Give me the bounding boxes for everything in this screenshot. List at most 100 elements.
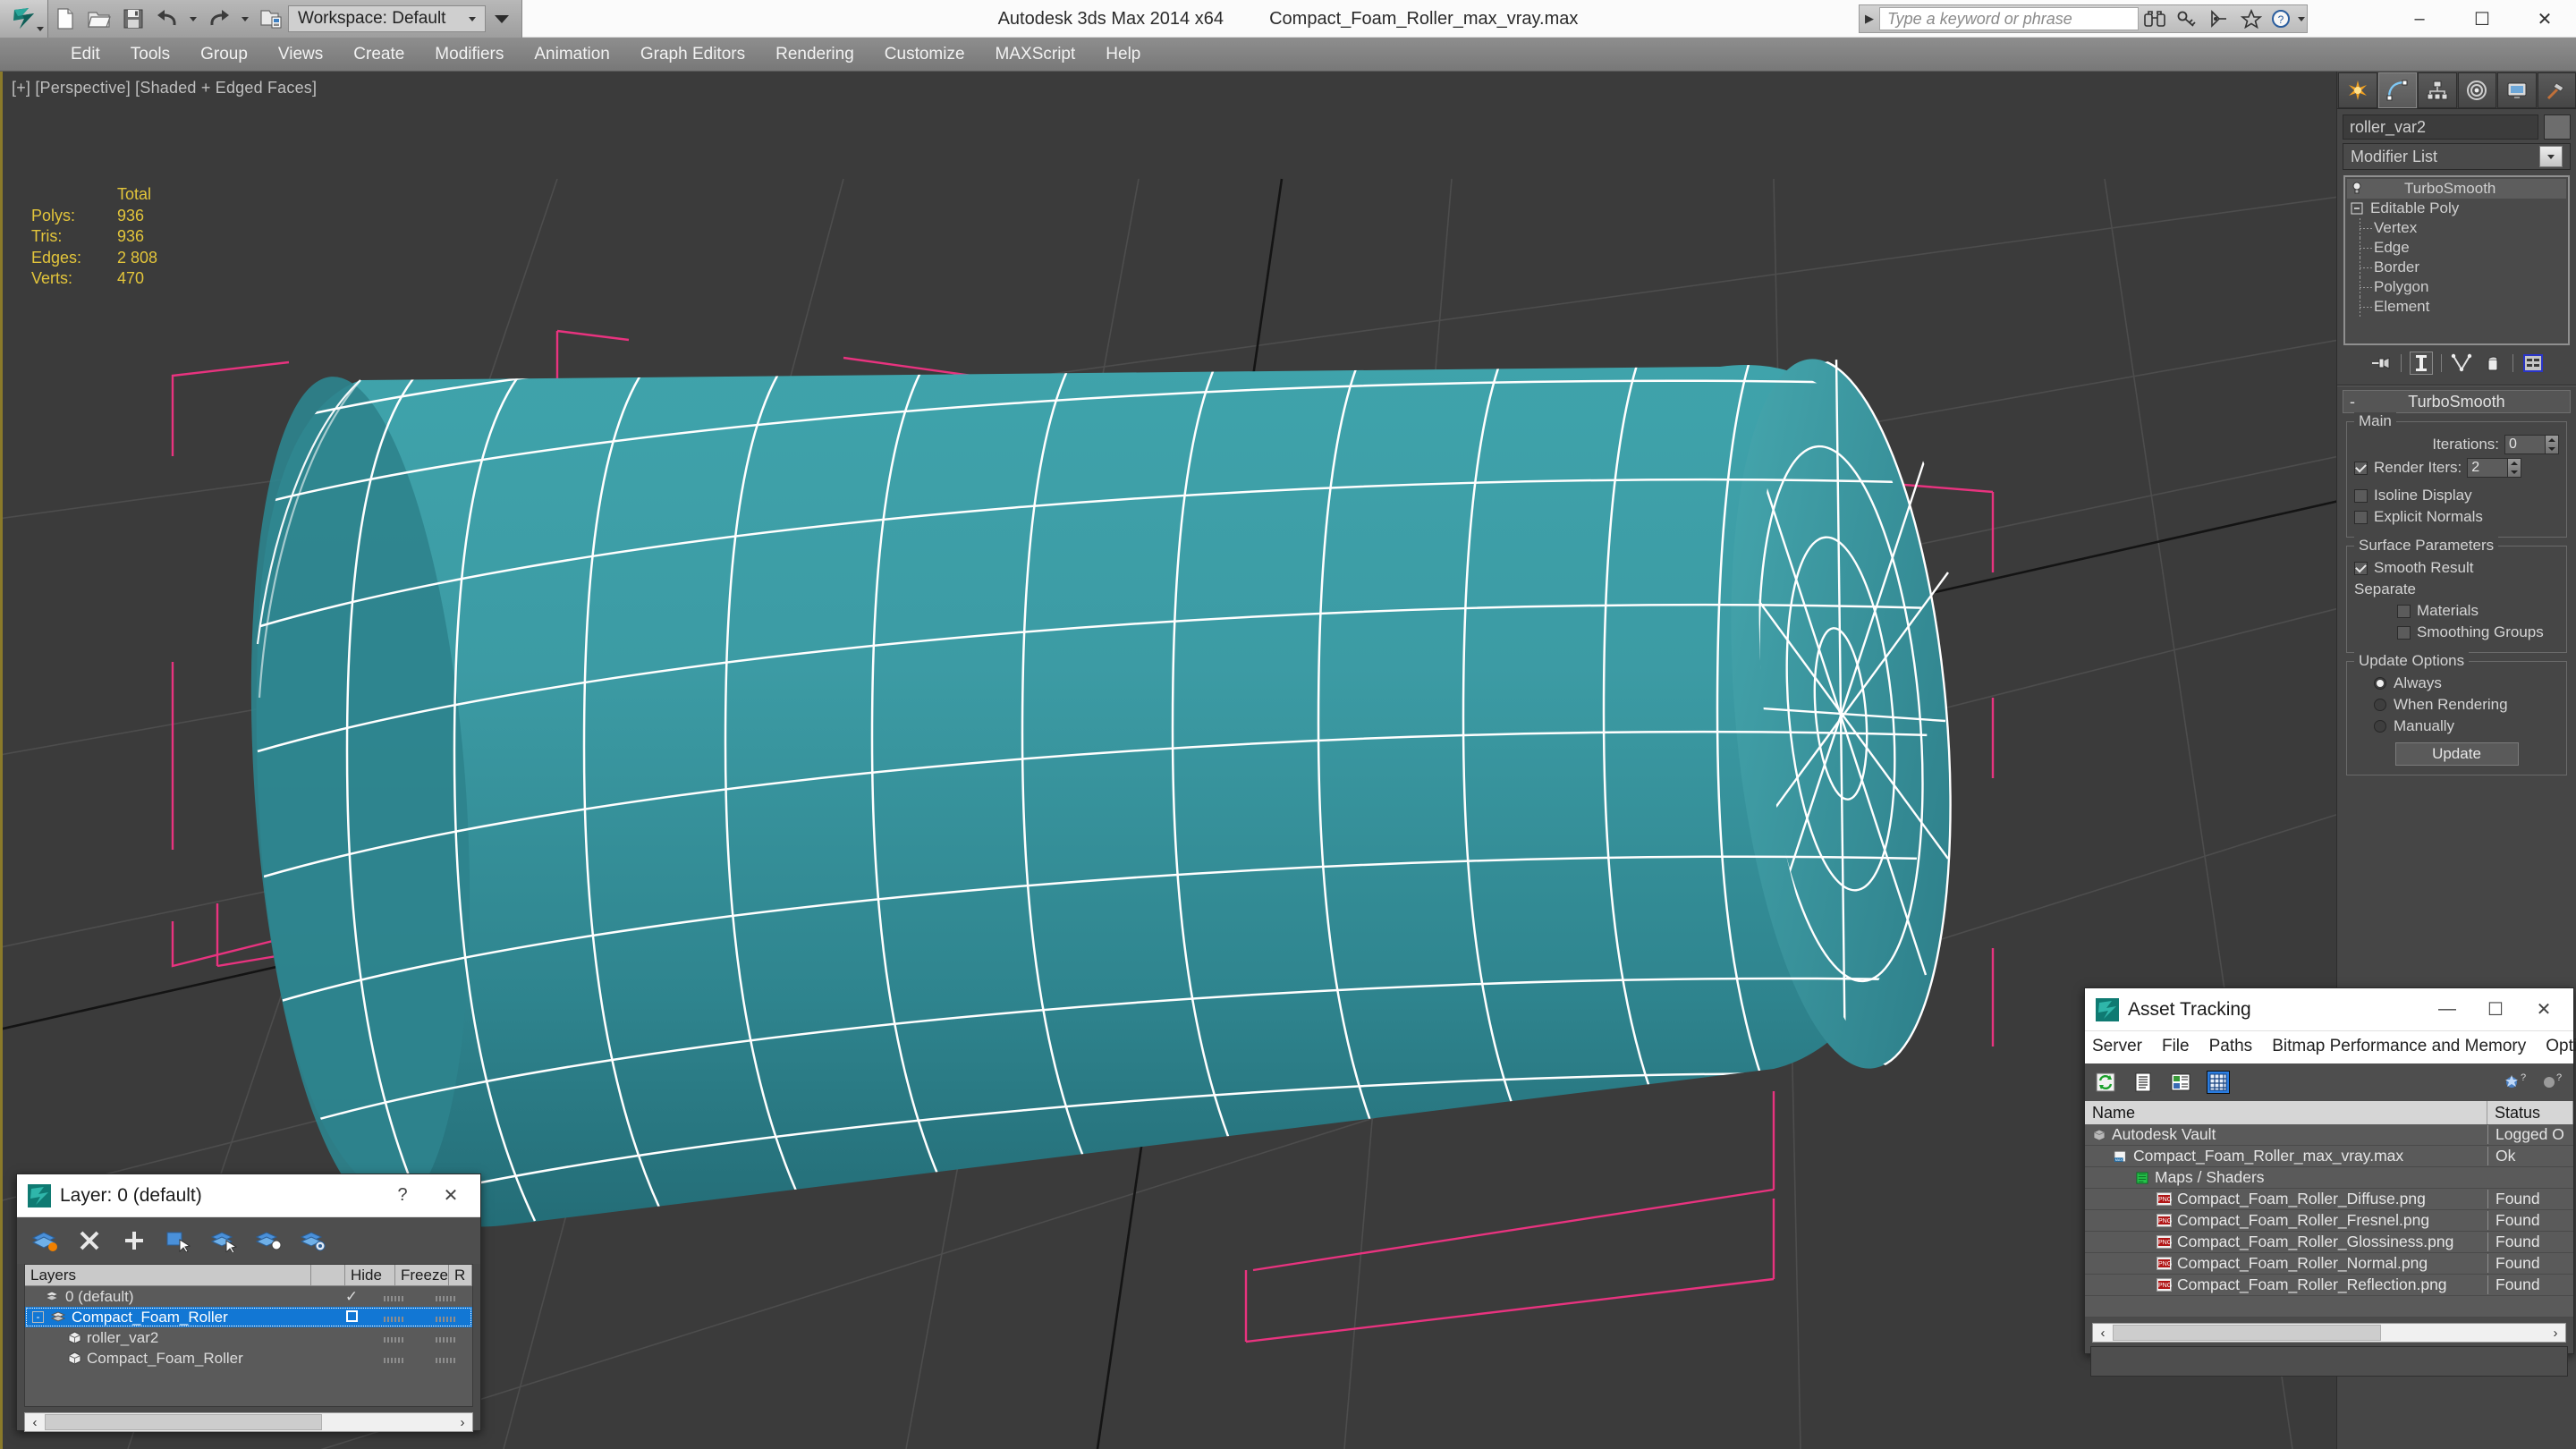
hierarchy-tab[interactable]: [2418, 72, 2457, 108]
modify-tab[interactable]: [2378, 72, 2418, 108]
layer-properties-icon[interactable]: [300, 1227, 326, 1254]
workspace-selector[interactable]: Workspace: Default: [288, 5, 486, 32]
stack-sub-vertex[interactable]: Vertex: [2347, 218, 2566, 238]
object-name-field[interactable]: roller_var2: [2343, 114, 2538, 140]
rollout-collapse-icon[interactable]: -: [2350, 393, 2355, 411]
asset-horizontal-scrollbar[interactable]: ‹ ›: [2092, 1323, 2566, 1343]
asset-row[interactable]: MAXCompact_Foam_Roller_max_vray.maxOk: [2085, 1146, 2573, 1167]
favorites-button[interactable]: [2235, 5, 2267, 32]
isoline-display-checkbox[interactable]: [2354, 489, 2368, 503]
stack-item-turbosmooth[interactable]: TurboSmooth: [2347, 179, 2566, 199]
asset-menu-bitmap-performance-and-memory[interactable]: Bitmap Performance and Memory: [2272, 1037, 2526, 1055]
layer-freeze-cell[interactable]: [419, 1288, 472, 1306]
layer-hide-cell[interactable]: [369, 1288, 419, 1306]
communication-center-button[interactable]: [2203, 5, 2235, 32]
layer-name-cell[interactable]: Compact_Foam_Roller: [25, 1350, 335, 1368]
layer-column-hide[interactable]: Hide: [345, 1265, 395, 1285]
asset-menu-paths[interactable]: Paths: [2209, 1037, 2253, 1055]
menu-item-graph-editors[interactable]: Graph Editors: [625, 38, 760, 72]
asset-row[interactable]: Compact_Foam_Roller_Fresnel.pngFound: [2085, 1210, 2573, 1232]
menu-item-rendering[interactable]: Rendering: [760, 38, 869, 72]
asset-menu-file[interactable]: File: [2162, 1037, 2190, 1055]
iterations-value[interactable]: 0: [2504, 435, 2546, 454]
minimize-button[interactable]: –: [2388, 0, 2451, 38]
update-when-rendering-radio[interactable]: [2374, 699, 2386, 711]
select-objects-in-layer-icon[interactable]: [165, 1227, 192, 1254]
layer-expander-icon[interactable]: -: [32, 1311, 44, 1323]
stack-sub-polygon[interactable]: Polygon: [2347, 277, 2566, 297]
utilities-tab[interactable]: [2538, 72, 2576, 108]
undo-button[interactable]: [150, 2, 184, 36]
asset-row[interactable]: Compact_Foam_Roller_Glossiness.pngFound: [2085, 1232, 2573, 1253]
layer-name-cell[interactable]: -Compact_Foam_Roller: [25, 1309, 335, 1326]
menu-item-customize[interactable]: Customize: [869, 38, 980, 72]
collapse-box-icon[interactable]: [2351, 201, 2365, 216]
layer-freeze-cell[interactable]: [419, 1329, 472, 1347]
search-input[interactable]: Type a keyword or phrase: [1879, 7, 2139, 30]
detail-view-icon[interactable]: [2169, 1071, 2192, 1094]
turbosmooth-rollout-header[interactable]: - TurboSmooth: [2343, 390, 2571, 413]
create-tab[interactable]: [2338, 72, 2377, 108]
select-highlighted-objects-icon[interactable]: [210, 1227, 237, 1254]
scroll-right-arrow-icon[interactable]: ›: [453, 1415, 472, 1430]
maximize-button[interactable]: ☐: [2451, 0, 2513, 38]
refresh-icon[interactable]: [2094, 1071, 2117, 1094]
render-iters-spinner[interactable]: 2: [2467, 458, 2521, 478]
asset-row[interactable]: Compact_Foam_Roller_Reflection.pngFound: [2085, 1275, 2573, 1296]
search-go-button[interactable]: [2139, 5, 2171, 32]
remove-modifier-icon[interactable]: [2481, 352, 2504, 375]
smooth-result-checkbox[interactable]: [2354, 562, 2368, 575]
stack-sub-border[interactable]: Border: [2347, 258, 2566, 277]
display-tab[interactable]: [2497, 72, 2537, 108]
pin-stack-icon[interactable]: [2369, 352, 2393, 375]
asset-row[interactable]: Compact_Foam_Roller_Diffuse.pngFound: [2085, 1189, 2573, 1210]
scrollbar-thumb[interactable]: [2113, 1325, 2381, 1341]
update-button[interactable]: Update: [2395, 742, 2519, 766]
layer-window-titlebar[interactable]: Layer: 0 (default) ? ✕: [17, 1174, 480, 1217]
info-center-search[interactable]: ▶ Type a keyword or phrase: [1859, 4, 2308, 33]
asset-row[interactable]: Maps / Shaders: [2085, 1167, 2573, 1189]
scroll-left-arrow-icon[interactable]: ‹: [25, 1415, 45, 1430]
layer-horizontal-scrollbar[interactable]: ‹ ›: [24, 1412, 473, 1432]
asset-row[interactable]: Compact_Foam_Roller_Normal.pngFound: [2085, 1253, 2573, 1275]
render-iters-checkbox[interactable]: [2354, 462, 2368, 475]
asset-name-cell[interactable]: Compact_Foam_Roller_Fresnel.png: [2085, 1211, 2487, 1230]
update-manually-radio[interactable]: [2374, 720, 2386, 733]
layer-current-cell[interactable]: [335, 1309, 369, 1326]
stack-sub-element[interactable]: Element: [2347, 297, 2566, 317]
separate-smoothing-groups-checkbox[interactable]: [2397, 626, 2411, 640]
help-button[interactable]: ?: [2267, 5, 2307, 32]
layer-help-button[interactable]: ?: [378, 1176, 427, 1216]
asset-tracking-table[interactable]: Name Status Autodesk VaultLogged OMAXCom…: [2085, 1101, 2573, 1318]
layer-close-button[interactable]: ✕: [427, 1176, 475, 1216]
column-status[interactable]: Status: [2487, 1101, 2573, 1124]
make-unique-icon[interactable]: [2450, 352, 2473, 375]
help-new-icon[interactable]: ?: [2504, 1071, 2527, 1094]
show-end-result-icon[interactable]: [2410, 352, 2433, 375]
layer-list[interactable]: LayersHideFreezeR 0 (default)✓-Compact_F…: [24, 1264, 473, 1407]
update-manually-row[interactable]: Manually: [2354, 717, 2559, 735]
explicit-normals-checkbox[interactable]: [2354, 511, 2368, 524]
menu-item-create[interactable]: Create: [338, 38, 419, 72]
layer-row[interactable]: -Compact_Foam_Roller: [25, 1307, 472, 1327]
list-view-icon[interactable]: [2131, 1071, 2155, 1094]
layer-name-cell[interactable]: roller_var2: [25, 1329, 335, 1347]
qat-overflow-caret-icon[interactable]: [495, 15, 509, 23]
asset-name-cell[interactable]: Compact_Foam_Roller_Reflection.png: [2085, 1275, 2487, 1294]
asset-name-cell[interactable]: Maps / Shaders: [2085, 1168, 2487, 1187]
asset-row[interactable]: Autodesk VaultLogged O: [2085, 1124, 2573, 1146]
scrollbar-thumb[interactable]: [45, 1414, 322, 1430]
close-button[interactable]: ✕: [2513, 0, 2576, 38]
scroll-right-arrow-icon[interactable]: ›: [2546, 1326, 2565, 1341]
layer-row[interactable]: roller_var2: [25, 1327, 472, 1348]
open-file-button[interactable]: [82, 2, 116, 36]
asset-maximize-button[interactable]: ☐: [2471, 990, 2520, 1030]
layer-freeze-cell[interactable]: [419, 1350, 472, 1368]
layer-hide-cell[interactable]: [369, 1350, 419, 1368]
new-layer-icon[interactable]: [31, 1227, 58, 1254]
table-view-icon[interactable]: [2207, 1071, 2230, 1094]
save-file-button[interactable]: [116, 2, 150, 36]
update-when-rendering-row[interactable]: When Rendering: [2354, 696, 2559, 714]
menu-item-modifiers[interactable]: Modifiers: [419, 38, 519, 72]
new-scene-button[interactable]: [48, 2, 82, 36]
